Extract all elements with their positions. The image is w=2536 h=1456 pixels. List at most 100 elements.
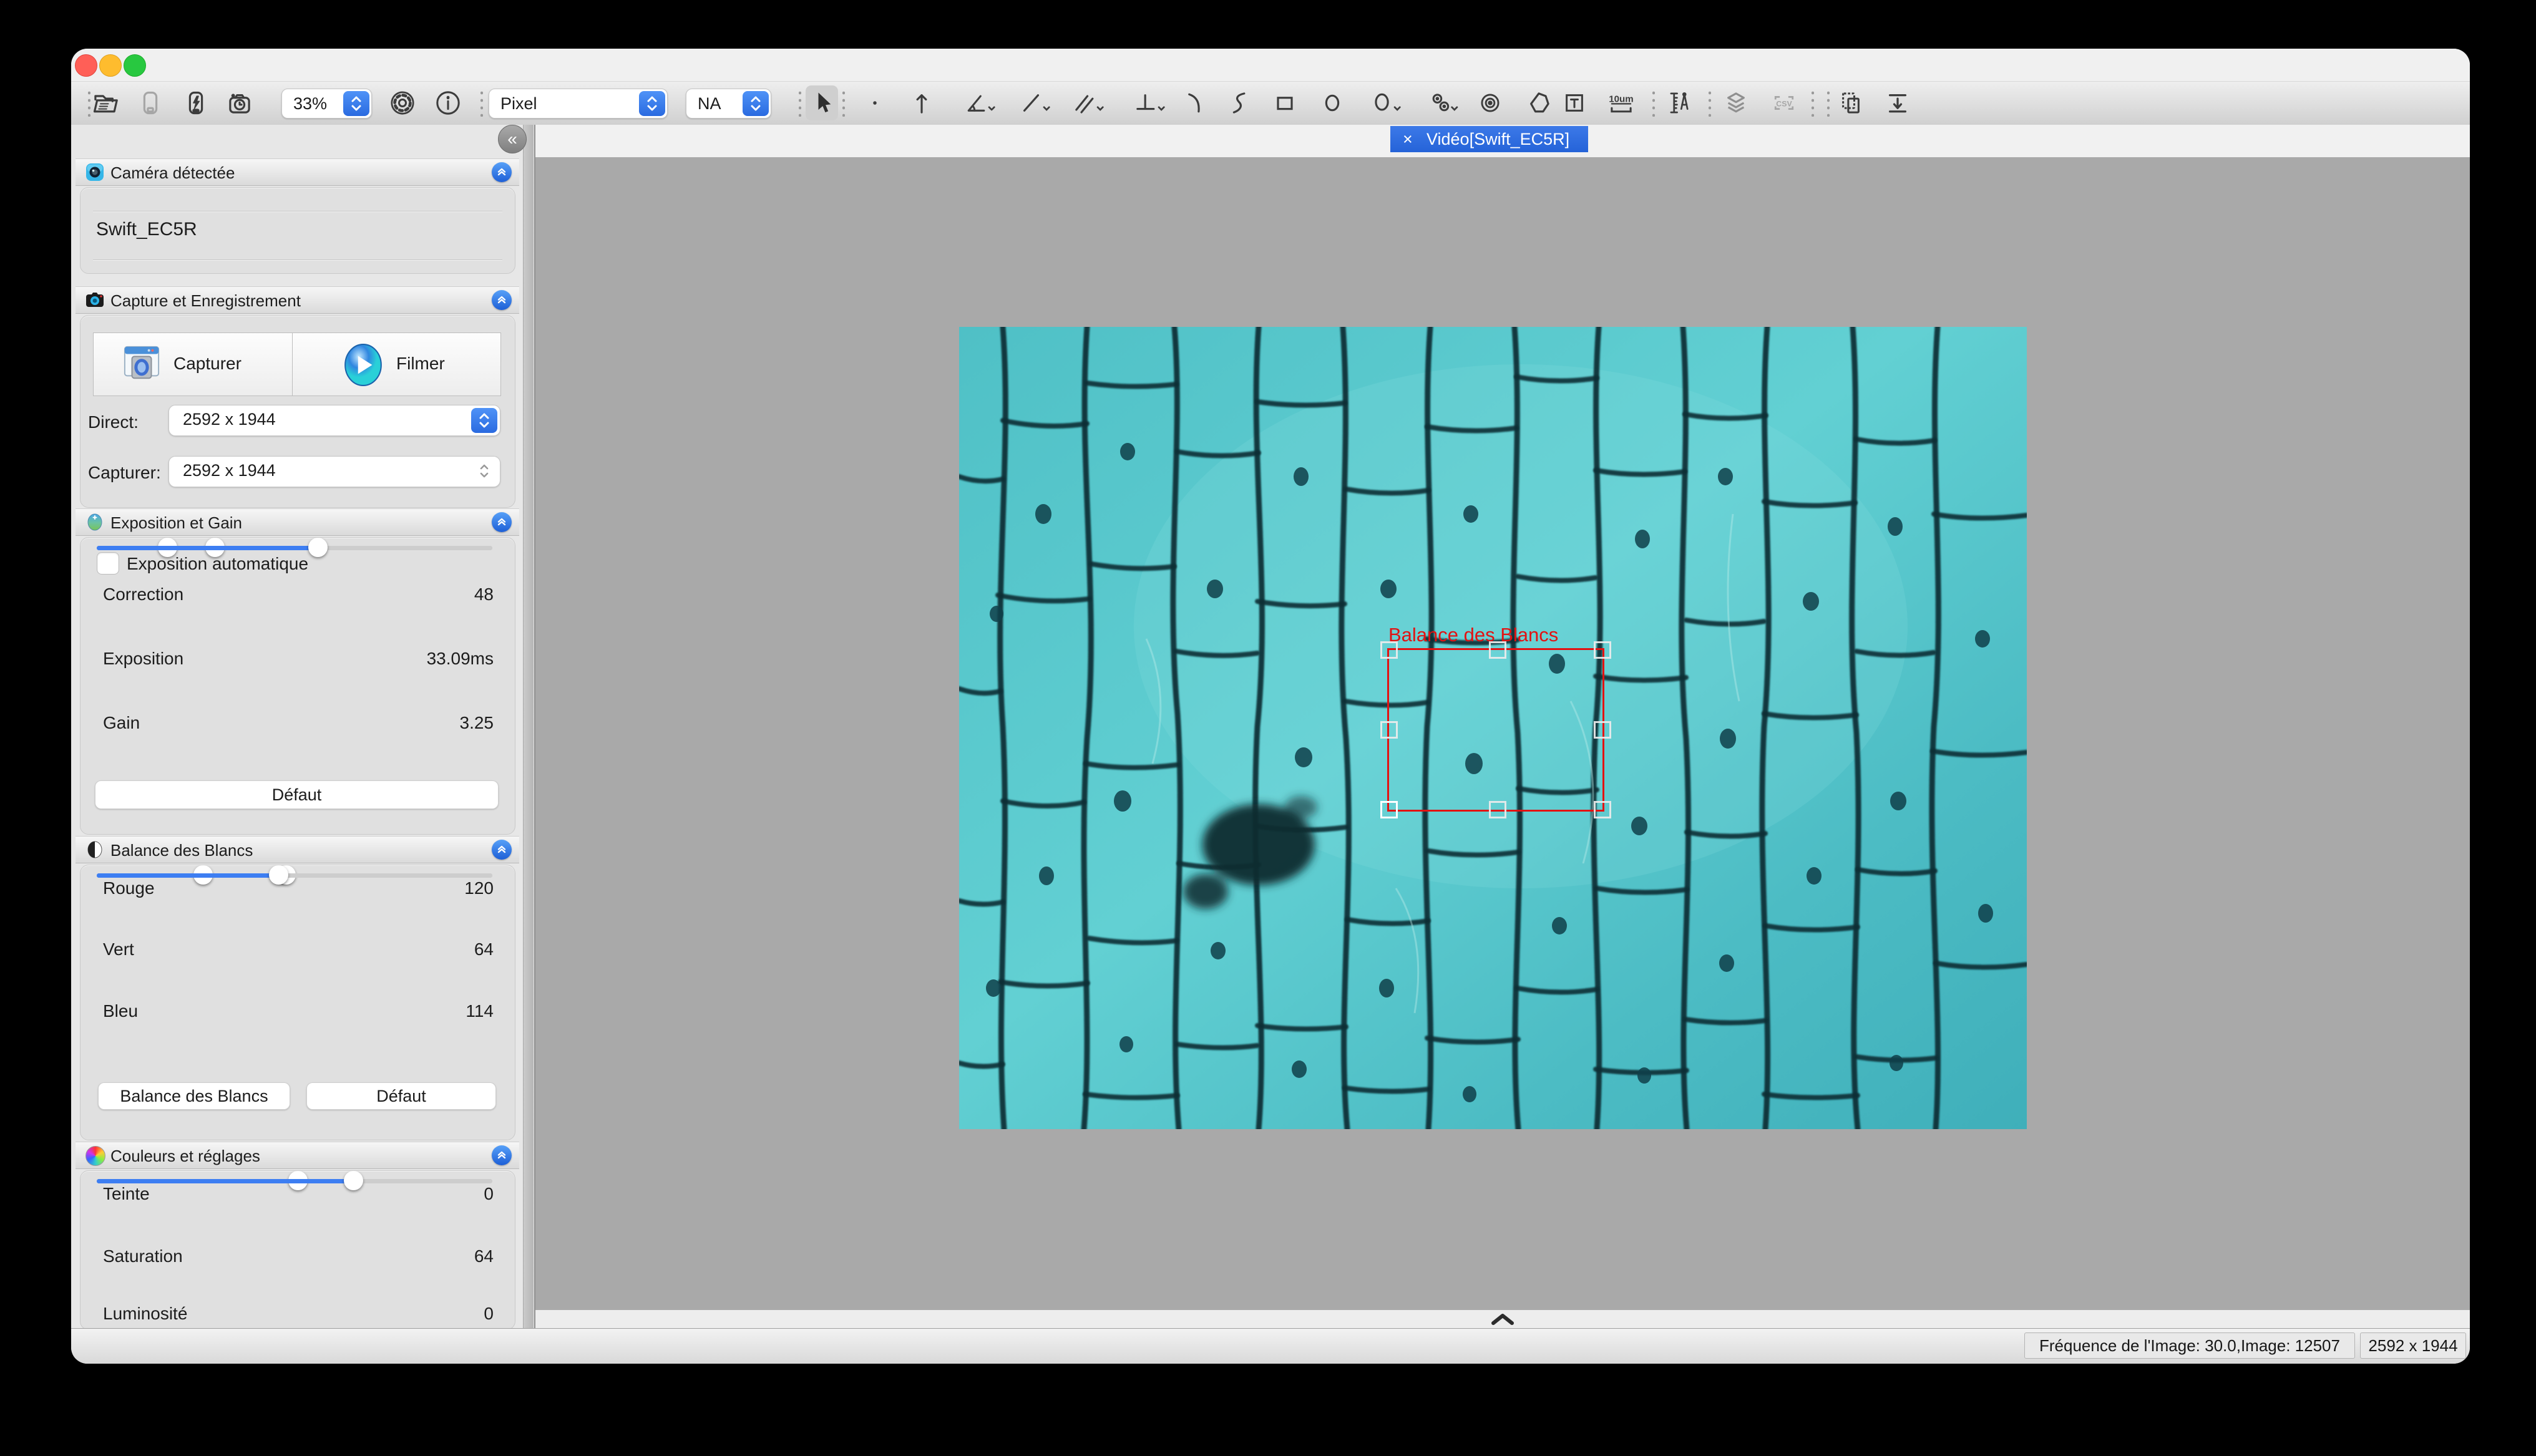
slider-thumb[interactable] (308, 538, 328, 557)
info-icon[interactable] (434, 89, 462, 117)
record-video-button[interactable]: Filmer (292, 332, 501, 396)
zoom-level-select[interactable]: 33% (281, 89, 372, 119)
save-icon[interactable] (137, 89, 164, 117)
circle-tool-icon[interactable] (1319, 89, 1346, 117)
slider-fill (97, 546, 318, 550)
live-resolution-stepper-icon[interactable] (471, 408, 497, 433)
close-window-button[interactable] (75, 54, 97, 77)
slider-thumb[interactable] (344, 1171, 363, 1190)
slider-thumb[interactable] (269, 865, 288, 885)
perpendicular-tool-icon[interactable] (1133, 89, 1161, 117)
capture-box: Capturer Filmer Direct: 2592 x 1944 Capt… (80, 315, 515, 508)
toolbar-drag-handle (88, 89, 90, 117)
na-stepper-icon[interactable] (743, 91, 769, 116)
angle-tool-icon[interactable] (963, 89, 991, 117)
ellipse-tool-icon[interactable] (1369, 89, 1397, 117)
capture-resolution-label: Capturer: (88, 463, 161, 483)
white-balance-button[interactable]: Balance des Blancs (98, 1082, 290, 1110)
unit-stepper-icon[interactable] (639, 91, 665, 116)
concentric-circles-tool-icon[interactable] (1476, 89, 1504, 117)
panel-header-exposure[interactable]: Exposition et Gain (76, 508, 519, 536)
text-tool-icon[interactable] (1561, 89, 1588, 117)
blue-slider[interactable] (97, 865, 492, 885)
panel-header-capture[interactable]: Capture et Enregistrement (76, 286, 519, 314)
duplicate-image-icon[interactable] (1837, 89, 1865, 117)
open-file-icon[interactable] (91, 89, 119, 117)
panel-header-colors[interactable]: Couleurs et réglages (76, 1142, 519, 1169)
camera-list-box: Swift_EC5R (80, 187, 515, 274)
annulus-tool-icon[interactable] (1427, 89, 1455, 117)
roi-handle-ne[interactable] (1594, 641, 1611, 659)
polygon-tool-icon[interactable] (1525, 89, 1553, 117)
exposure-default-button[interactable]: Défaut (95, 780, 499, 809)
toolbar-drag-handle (480, 89, 483, 117)
roi-handle-w[interactable] (1380, 721, 1398, 739)
roi-handle-n[interactable] (1489, 641, 1506, 659)
arrow-tool-icon[interactable] (908, 89, 935, 117)
zoom-stepper-icon[interactable] (343, 91, 369, 116)
capture-photo-label: Capturer (173, 354, 241, 374)
collapse-panel-icon[interactable] (492, 1145, 512, 1165)
na-select[interactable]: NA (686, 89, 771, 119)
parallel-lines-tool-icon[interactable] (1072, 89, 1100, 117)
live-resolution-select[interactable]: 2592 x 1944 (168, 405, 500, 436)
wb-roi-label: Balance des Blancs (1388, 624, 1558, 646)
slider-fill (97, 873, 279, 878)
sidebar: Caméra détectée Swift_EC5R Capture et En… (71, 125, 535, 1329)
slider-value: 64 (474, 1246, 494, 1266)
exposure-icon (85, 513, 104, 531)
roi-handle-sw[interactable] (1380, 801, 1398, 818)
zoom-level-value: 33% (293, 94, 327, 114)
slider-value: 3.25 (460, 713, 494, 733)
collapse-sidebar-glyph: « (507, 129, 517, 149)
unit-value: Pixel (500, 94, 537, 114)
line-tool-icon[interactable] (1018, 89, 1046, 117)
gain-slider[interactable] (97, 538, 492, 558)
scalebar-label: 10um (1609, 94, 1633, 105)
collapse-panel-icon[interactable] (492, 162, 512, 182)
roi-handle-se[interactable] (1594, 801, 1611, 818)
expand-bottom-chevron[interactable] (1487, 1313, 1518, 1329)
capture-resolution-select[interactable]: 2592 x 1944 (168, 456, 500, 487)
csv-label: CSV (1776, 100, 1792, 109)
arc-tool-icon[interactable] (1181, 89, 1208, 117)
measure-calipers-icon[interactable] (1665, 89, 1693, 117)
point-tool-icon[interactable] (861, 89, 889, 117)
capture-photo-button[interactable]: Capturer (93, 332, 293, 396)
minimize-window-button[interactable] (99, 54, 122, 77)
capture-resolution-stepper-icon[interactable] (477, 460, 491, 486)
unit-select[interactable]: Pixel (489, 89, 668, 119)
close-tab-icon[interactable]: × (1403, 130, 1413, 149)
panel-title: Balance des Blancs (110, 841, 253, 860)
export-image-icon[interactable] (1884, 89, 1911, 117)
timed-capture-icon[interactable] (226, 89, 253, 117)
collapse-panel-icon[interactable] (492, 512, 512, 532)
pointer-tool-icon[interactable] (808, 89, 836, 117)
rectangle-tool-icon[interactable] (1271, 89, 1299, 117)
layers-icon[interactable] (1722, 89, 1750, 117)
wb-default-button[interactable]: Défaut (306, 1082, 496, 1110)
title-bar (71, 49, 2470, 82)
panel-header-camera[interactable]: Caméra détectée (76, 158, 519, 186)
zoom-window-button[interactable] (124, 54, 146, 77)
microscope-live-image[interactable]: Balance des Blancs (959, 327, 2027, 1129)
video-tab-label: Vidéo[Swift_EC5R] (1426, 130, 1569, 149)
settings-gear-icon[interactable] (389, 89, 416, 117)
roi-handle-s[interactable] (1489, 801, 1506, 818)
panel-header-whitebalance[interactable]: Balance des Blancs (76, 836, 519, 863)
curve-tool-icon[interactable] (1226, 89, 1254, 117)
video-tab[interactable]: × Vidéo[Swift_EC5R] (1390, 126, 1588, 152)
roi-handle-nw[interactable] (1380, 641, 1398, 659)
collapse-panel-icon[interactable] (492, 840, 512, 860)
collapse-sidebar-button[interactable]: « (498, 125, 527, 153)
saturation-slider[interactable] (97, 1171, 492, 1191)
camera-list-item[interactable]: Swift_EC5R (96, 219, 197, 240)
flash-capture-icon[interactable] (182, 89, 210, 117)
sidebar-scrollbar[interactable] (523, 125, 534, 1329)
scalebar-tool-icon[interactable]: 10um (1606, 89, 1633, 117)
slider-value: 64 (474, 939, 494, 959)
roi-handle-e[interactable] (1594, 721, 1611, 739)
collapse-panel-icon[interactable] (492, 290, 512, 310)
wb-roi-rectangle[interactable] (1387, 648, 1604, 812)
slider-label: Gain (103, 713, 140, 733)
